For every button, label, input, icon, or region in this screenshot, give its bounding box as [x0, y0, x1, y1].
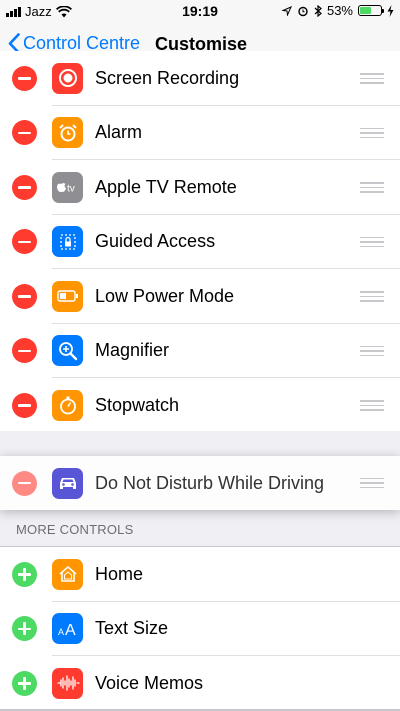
item-label: Magnifier — [95, 340, 170, 361]
battery-percent: 53% — [326, 3, 353, 18]
list-item-stopwatch: Stopwatch — [0, 378, 400, 433]
section-header-more-controls: MORE CONTROLS — [16, 522, 134, 537]
item-label: Text Size — [95, 618, 169, 639]
text-size-icon: AA — [52, 613, 83, 645]
remove-button[interactable] — [12, 392, 37, 418]
remove-button[interactable] — [12, 174, 37, 200]
magnifier-icon — [52, 335, 83, 367]
charging-icon — [387, 4, 394, 17]
battery-icon — [358, 5, 384, 16]
item-label: Voice Memos — [95, 672, 204, 693]
add-button[interactable] — [12, 670, 37, 696]
remove-button[interactable] — [12, 470, 37, 496]
car-icon — [52, 467, 83, 499]
remove-button[interactable] — [12, 283, 37, 309]
reorder-handle-icon[interactable] — [360, 182, 384, 193]
reorder-handle-icon[interactable] — [360, 400, 384, 411]
list-item-magnifier: Magnifier — [0, 324, 400, 379]
remove-button[interactable] — [12, 229, 37, 255]
apple-tv-icon: tv — [52, 171, 83, 203]
svg-text:A: A — [65, 622, 76, 638]
item-label: Apple TV Remote — [95, 176, 237, 197]
remove-button[interactable] — [12, 65, 37, 91]
list-item-screen-recording: Screen Recording — [0, 51, 400, 106]
home-icon — [52, 558, 83, 590]
reorder-handle-icon[interactable] — [360, 291, 384, 302]
list-item-home: Home — [0, 547, 400, 602]
reorder-handle-icon[interactable] — [360, 477, 384, 489]
voice-memos-icon — [52, 667, 83, 699]
reorder-handle-icon[interactable] — [360, 73, 384, 84]
reorder-handle-icon[interactable] — [360, 236, 384, 247]
alarm-status-icon — [298, 6, 308, 16]
item-label: Home — [95, 563, 144, 584]
item-label: Do Not Disturb While Driving — [95, 472, 325, 493]
add-button[interactable] — [12, 561, 37, 587]
more-controls-list: Home AA Text Size Voice Memos — [0, 546, 400, 709]
list-item-guided-access: Guided Access — [0, 215, 400, 270]
reorder-handle-icon[interactable] — [360, 127, 384, 138]
add-button[interactable] — [12, 616, 37, 642]
list-item-do-not-disturb-while-driving[interactable]: Do Not Disturb While Driving — [0, 456, 400, 510]
stopwatch-icon — [52, 389, 83, 421]
bluetooth-icon — [314, 4, 322, 17]
include-list: Screen Recording Alarm tv Apple TV Remot… — [0, 51, 400, 431]
list-item-alarm: Alarm — [0, 106, 400, 161]
remove-button[interactable] — [12, 120, 37, 146]
list-item-text-size: AA Text Size — [0, 602, 400, 657]
guided-access-icon — [52, 226, 83, 258]
item-label: Screen Recording — [95, 67, 240, 88]
item-label: Guided Access — [95, 231, 216, 252]
list-item-apple-tv-remote: tv Apple TV Remote — [0, 160, 400, 215]
reorder-handle-icon[interactable] — [360, 345, 384, 356]
svg-text:A: A — [58, 627, 64, 637]
remove-button[interactable] — [12, 338, 37, 364]
item-label: Stopwatch — [95, 394, 180, 415]
location-icon — [281, 5, 292, 16]
list-item-voice-memos: Voice Memos — [0, 656, 400, 711]
battery-icon — [52, 280, 83, 312]
item-label: Alarm — [95, 122, 143, 143]
svg-text:tv: tv — [67, 184, 75, 195]
status-bar: Jazz 19:19 53% — [0, 0, 400, 22]
list-item-low-power-mode: Low Power Mode — [0, 269, 400, 324]
alarm-icon — [52, 117, 83, 149]
screen-recording-icon — [52, 62, 83, 94]
item-label: Low Power Mode — [95, 285, 235, 306]
